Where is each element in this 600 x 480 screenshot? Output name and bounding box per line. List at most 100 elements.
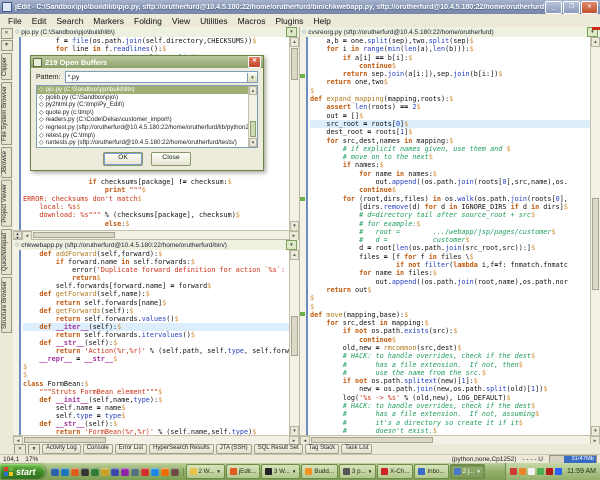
quicklaunch-icon-3[interactable] <box>71 468 79 476</box>
quicklaunch-icon-2[interactable] <box>61 468 69 476</box>
scroll-thumb[interactable] <box>311 437 433 443</box>
dock-tab-clipper[interactable]: Clipper <box>1 53 12 80</box>
tray-icon-6[interactable] <box>555 468 562 475</box>
task-button[interactable]: 3 W...▼ <box>261 464 300 479</box>
quicklaunch-icon-12[interactable] <box>161 468 169 476</box>
dock-close-icon[interactable]: ✕ <box>14 444 26 455</box>
quicklaunch-icon-5[interactable] <box>91 468 99 476</box>
menu-file[interactable]: File <box>3 16 27 26</box>
bottom-tab-activity-log[interactable]: Activity Log <box>42 444 81 454</box>
scroll-up-icon[interactable]: ▲ <box>290 37 299 47</box>
menu-folding[interactable]: Folding <box>129 16 167 26</box>
pattern-combo[interactable]: ▼ <box>65 71 258 83</box>
scroll-thumb[interactable] <box>592 198 599 290</box>
quicklaunch-icon-10[interactable] <box>141 468 149 476</box>
menu-search[interactable]: Search <box>51 16 88 26</box>
task-button[interactable]: X-Ch... <box>377 464 413 479</box>
scroll-down-icon[interactable]: ▼ <box>249 138 257 147</box>
dialog-close-icon[interactable]: ✕ <box>248 56 261 68</box>
code-chkwebapp[interactable]: def addForward(self,forward):$ if forwar… <box>23 250 289 436</box>
start-button[interactable]: start <box>0 464 45 479</box>
text-area-chkwebapp[interactable]: def addForward(self,forward):$ if forwar… <box>13 250 299 436</box>
bottom-tab-task-list[interactable]: Task List <box>341 444 372 454</box>
bottom-tab-console[interactable]: Console <box>83 444 113 454</box>
dock-close-icon[interactable]: ✕ <box>1 28 13 39</box>
vertical-scrollbar[interactable]: ▲ ▼ <box>289 250 299 436</box>
buffer-list-item[interactable]: ◇ retest.py (C:\tmp\) <box>37 132 249 140</box>
dock-tab-structure-browser[interactable]: Structure Browser <box>1 277 12 333</box>
buffer-list[interactable]: ▲ ▼ ◇ pjo.py (C:\Sandbox\pjo\build\lib\)… <box>36 85 258 148</box>
minimize-button[interactable]: _ <box>545 1 562 14</box>
code-cvsreorg[interactable]: a,b = one.split(sep),two.split(sep)$ for… <box>310 37 590 435</box>
menu-markers[interactable]: Markers <box>88 16 129 26</box>
bottom-tab-tag-stack[interactable]: Tag Stack <box>305 444 339 454</box>
title-bar[interactable]: jEdit - C:\Sandbox\pjo\build\lib\pjo.py,… <box>0 0 600 14</box>
splitter-arrows-icon[interactable]: ▲▼ <box>13 231 22 239</box>
buffer-dropdown-icon[interactable]: ▼ <box>286 240 297 250</box>
quicklaunch-icon-7[interactable] <box>111 468 119 476</box>
quicklaunch-icon-11[interactable] <box>151 468 159 476</box>
task-button[interactable]: jEdit... <box>226 464 260 479</box>
buffer-list-item[interactable]: ◇ readers.py (C:\Code\Delias\customer_im… <box>37 116 249 124</box>
combo-dropdown-icon[interactable]: ▼ <box>247 73 257 82</box>
horizontal-scrollbar[interactable]: ▲▼ ◄ ► <box>13 230 299 239</box>
menu-help[interactable]: Help <box>308 16 335 26</box>
quicklaunch-icon-13[interactable] <box>171 468 179 476</box>
menu-utilities[interactable]: Utilities <box>195 16 232 26</box>
close-dialog-button[interactable]: Close <box>151 152 191 166</box>
dock-tab-quicknotepad[interactable]: QuickNotepad <box>1 229 12 275</box>
dock-menu-icon[interactable]: ▼ <box>1 40 13 51</box>
dock-menu-icon[interactable]: ▼ <box>28 444 40 455</box>
bottom-tab-jta-ssh-[interactable]: JTA (SSH) <box>216 444 252 454</box>
buffer-list-item[interactable]: ◇ py2html.py (C:\tmp\Py_Edit\) <box>37 101 249 109</box>
buffer-dropdown-icon[interactable]: ▼ <box>286 27 297 37</box>
ok-button[interactable]: OK <box>103 152 143 166</box>
scroll-thumb[interactable] <box>250 121 256 137</box>
horizontal-scrollbar[interactable]: ◄ ► <box>300 435 600 444</box>
scroll-up-icon[interactable]: ▲ <box>591 37 600 47</box>
task-button[interactable]: 2 j...▼ <box>450 464 485 479</box>
quicklaunch-icon-4[interactable] <box>81 468 89 476</box>
scroll-thumb[interactable] <box>291 316 298 356</box>
tray-icon-3[interactable] <box>528 468 535 475</box>
tray-icon-5[interactable] <box>546 468 553 475</box>
scroll-thumb[interactable] <box>291 48 298 80</box>
task-button[interactable]: Budd... <box>301 464 338 479</box>
buffer-list-item[interactable]: ◇ regrtest.py (sftp://orutherfurd@10.4.5… <box>37 124 249 132</box>
tray-icon-1[interactable] <box>510 468 517 475</box>
tray-icon-2[interactable] <box>519 468 526 475</box>
menu-plugins[interactable]: Plugins <box>270 16 308 26</box>
vertical-scrollbar[interactable]: ▲ ▼ <box>289 37 299 231</box>
dock-tab-jbrowse[interactable]: JBrowse <box>1 147 12 178</box>
list-scrollbar[interactable]: ▲ ▼ <box>248 86 257 147</box>
task-button[interactable]: 2 W...▼ <box>186 464 225 479</box>
dock-tab-file-system-browser[interactable]: File System Browser <box>1 82 12 145</box>
dock-tab-project-viewer[interactable]: Project Viewer <box>1 180 12 227</box>
scroll-thumb[interactable] <box>33 232 115 238</box>
quicklaunch-icon-1[interactable] <box>51 468 59 476</box>
task-button[interactable]: Inbo... <box>414 464 448 479</box>
buffer-list-item[interactable]: ◇ runtests.py (sftp://orutherfurd@10.4.5… <box>37 139 249 147</box>
buffer-list-item[interactable]: ◇ pjolib.py (C:\Sandbox\pjo\) <box>37 94 249 102</box>
vertical-scrollbar[interactable]: ▲ ▼ <box>590 37 600 436</box>
scroll-up-icon[interactable]: ▲ <box>290 250 299 260</box>
menu-macros[interactable]: Macros <box>233 16 271 26</box>
quicklaunch-icon-8[interactable] <box>121 468 129 476</box>
clock[interactable]: 11:59 AM <box>567 468 596 475</box>
menu-edit[interactable]: Edit <box>27 16 52 26</box>
quicklaunch-icon-9[interactable] <box>131 468 139 476</box>
dialog-title-bar[interactable]: 219 Open Buffers ✕ <box>31 56 263 68</box>
bottom-tab-sql-result-set[interactable]: SQL Result Set <box>254 444 303 454</box>
bottom-tab-error-list[interactable]: Error List <box>115 444 147 454</box>
close-button[interactable]: ✕ <box>581 1 598 14</box>
scroll-up-icon[interactable]: ▲ <box>249 86 257 95</box>
scroll-thumb[interactable] <box>24 437 106 443</box>
menu-view[interactable]: View <box>167 16 195 26</box>
buffer-list-item[interactable]: ◇ quote.py (c:\tmp\) <box>37 109 249 117</box>
quicklaunch-icon-6[interactable] <box>101 468 109 476</box>
maximize-button[interactable]: ❐ <box>563 1 580 14</box>
pattern-input[interactable] <box>66 73 247 82</box>
buffer-list-item[interactable]: ◇ pjo.py (C:\Sandbox\pjo\build\lib\) <box>37 86 249 94</box>
text-area-cvsreorg[interactable]: a,b = one.split(sep),two.split(sep)$ for… <box>300 37 600 436</box>
horizontal-scrollbar[interactable]: ◄ ► <box>13 435 299 444</box>
